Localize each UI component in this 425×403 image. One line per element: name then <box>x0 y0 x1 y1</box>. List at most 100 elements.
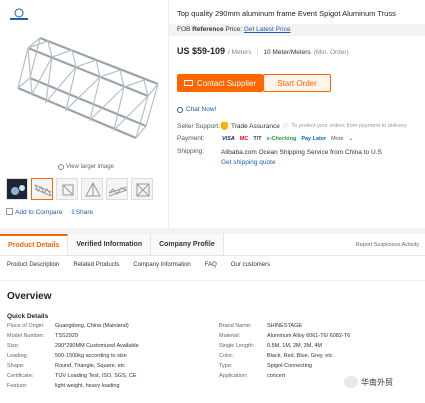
get-latest-price-link[interactable]: Get Latest Price <box>244 26 291 33</box>
detail-row: Size: 290*290MM Customized Available <box>7 343 139 349</box>
detail-key: Place of Origin: <box>7 323 45 329</box>
detail-key: Material: <box>219 333 241 339</box>
share-link[interactable]: ⇫Share <box>70 208 93 216</box>
detail-row: Color: Black, Red, Blue, Grey, etc <box>219 353 333 359</box>
detail-row: Certificate: TUV Loading Test, ISO, SGS, … <box>7 373 137 379</box>
watermark-text: 华南外贸 <box>361 377 393 387</box>
payment-label: Payment: <box>177 135 205 142</box>
thumbnail-4[interactable] <box>81 178 103 200</box>
more-payment-link[interactable]: More <box>330 136 345 142</box>
detail-value: Spigot Connecting <box>267 363 312 369</box>
detail-tabs: Product Details Verified Information Com… <box>0 234 425 256</box>
add-to-compare[interactable]: Add to Compare <box>6 208 62 216</box>
subnav-company-information[interactable]: Company Information <box>133 262 190 274</box>
chat-icon <box>177 106 183 113</box>
detail-value: Black, Red, Blue, Grey, etc <box>267 353 333 359</box>
chevron-down-icon[interactable]: ⌄ <box>348 136 355 142</box>
mastercard-icon: MC <box>239 135 249 142</box>
detail-row: Loading: 500-1500kg according to size <box>7 353 127 359</box>
detail-key: Application: <box>219 373 248 379</box>
main-product-image[interactable] <box>8 18 164 160</box>
trade-assurance-label[interactable]: Trade Assurance <box>231 123 280 130</box>
thumbnail-2[interactable] <box>31 178 53 200</box>
detail-row: Material: Aluminum Alloy 6061-T6/ 6082-T6 <box>219 333 350 339</box>
watermark: 华南外贸 <box>344 376 393 388</box>
fob-price-bar: FOB Reference Price: Get Latest Price <box>169 24 425 36</box>
chat-now-link[interactable]: Chat Now! <box>177 106 216 113</box>
thumbnail-strip <box>6 178 153 200</box>
detail-row: Shape: Round, Triangle, Square, etc <box>7 363 125 369</box>
report-suspicious-link[interactable]: Report Suspicious Activity <box>356 234 425 255</box>
fob-reference: Reference <box>192 26 224 33</box>
seller-support-label: Seller Support: <box>177 122 220 130</box>
tab-company-profile[interactable]: Company Profile <box>151 234 224 255</box>
price-range: US $59-109 <box>177 46 226 56</box>
detail-value: 0.5M, 1M, 2M, 3M, 4M <box>267 343 323 349</box>
tab-product-details[interactable]: Product Details <box>0 234 69 255</box>
subnav-product-description[interactable]: Product Description <box>7 262 59 274</box>
thumbnail-1[interactable] <box>6 178 28 200</box>
echecking-icon: e-Checking <box>266 135 297 142</box>
detail-value: TUV Loading Test, ISO, SGS, CE <box>55 373 137 379</box>
detail-row: Single Length: 0.5M, 1M, 2M, 3M, 4M <box>219 343 322 349</box>
fob-price-word: Price: <box>225 26 243 33</box>
wechat-icon <box>344 376 358 388</box>
get-shipping-quote-link[interactable]: Get shipping quote <box>221 159 276 166</box>
contact-supplier-button[interactable]: Contact Supplier <box>177 74 263 92</box>
product-title: Top quality 290mm aluminum frame Event S… <box>177 9 396 18</box>
help-icon[interactable]: ⓘ <box>283 122 289 130</box>
trade-assurance-note: To protect your orders from payment to d… <box>291 123 407 129</box>
detail-key: Size: <box>7 343 20 349</box>
detail-value: Guangdong, China (Mainland) <box>55 323 129 329</box>
subnav-related-products[interactable]: Related Products <box>73 262 119 274</box>
price-separator: | <box>256 49 259 56</box>
detail-row: Brand Name: SHINESTAGE <box>219 323 302 329</box>
envelope-icon <box>183 80 193 86</box>
checkbox-icon[interactable] <box>6 208 13 215</box>
start-order-label: Start Order <box>277 78 317 88</box>
detail-key: Loading: <box>7 353 29 359</box>
detail-value: concert <box>267 373 286 379</box>
compare-share-row: Add to Compare ⇫Share <box>6 208 93 216</box>
detail-value: TSS2929 <box>55 333 78 339</box>
chat-now-label: Chat Now! <box>186 106 217 113</box>
contact-supplier-label: Contact Supplier <box>196 78 257 88</box>
min-order-note: (Min. Order) <box>313 49 349 56</box>
detail-value: light weight, heavy loading <box>55 383 120 389</box>
view-larger-link[interactable]: View larger image <box>58 164 114 170</box>
add-to-compare-label[interactable]: Add to Compare <box>15 209 62 216</box>
product-gallery: View larger image Add to Compare ⇫Share <box>0 0 168 228</box>
tt-icon: T/T <box>253 135 262 142</box>
visa-icon: VISA <box>222 135 235 142</box>
detail-key: Model Number: <box>7 333 45 339</box>
detail-value: Aluminum Alloy 6061-T6/ 6082-T6 <box>267 333 351 339</box>
detail-key: Color: <box>219 353 234 359</box>
detail-value: SHINESTAGE <box>267 323 303 329</box>
shipping-text: Alibaba.com Ocean Shipping Service from … <box>221 149 382 156</box>
detail-subnav: Product Description Related Products Com… <box>0 262 425 274</box>
fob-label: FOB <box>177 26 191 33</box>
detail-key: Shape: <box>7 363 25 369</box>
price-unit: / Meters <box>228 49 252 56</box>
detail-row: Type: Spigot Connecting <box>219 363 312 369</box>
detail-row: Application: concert <box>219 373 285 379</box>
detail-row: Feature: light weight, heavy loading <box>7 383 120 389</box>
thumbnail-5[interactable] <box>106 178 128 200</box>
magnifier-icon <box>58 164 64 170</box>
detail-row: Place of Origin: Guangdong, China (Mainla… <box>7 323 129 329</box>
shipping-row: Shipping: Alibaba.com Ocean Shipping Ser… <box>177 148 382 168</box>
detail-key: Certificate: <box>7 373 34 379</box>
trade-assurance-shield-icon <box>221 122 228 130</box>
min-order-quantity: 10 Meter/Meters <box>263 49 311 56</box>
detail-value: 290*290MM Customized Available <box>55 343 139 349</box>
subnav-divider <box>0 280 425 281</box>
tab-verified-information[interactable]: Verified Information <box>68 234 152 255</box>
detail-row: Model Number: TSS2929 <box>7 333 78 339</box>
subnav-faq[interactable]: FAQ <box>205 262 217 274</box>
subnav-our-customers[interactable]: Our customers <box>231 262 270 274</box>
start-order-button[interactable]: Start Order <box>263 74 331 92</box>
thumbnail-6[interactable] <box>131 178 153 200</box>
share-label[interactable]: Share <box>76 209 93 216</box>
thumbnail-3[interactable] <box>56 178 78 200</box>
detail-key: Feature: <box>7 383 28 389</box>
